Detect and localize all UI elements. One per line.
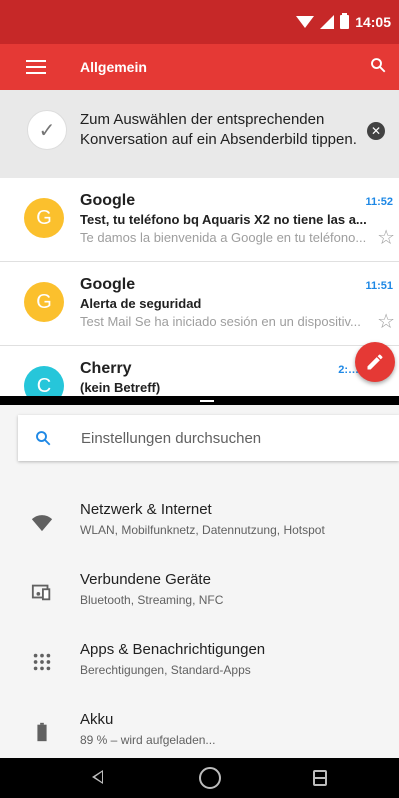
- menu-icon[interactable]: [26, 60, 46, 74]
- folder-title: Allgemein: [80, 59, 147, 75]
- mail-time: 11:51: [365, 280, 393, 292]
- pencil-icon: [367, 354, 383, 370]
- app-bar: Allgemein: [0, 44, 399, 90]
- mail-subject: Test, tu teléfono bq Aquaris X2 no tiene…: [80, 212, 367, 227]
- settings-item-battery[interactable]: Akku 89 % – wird aufgeladen...: [0, 695, 399, 765]
- apps-icon: [33, 653, 51, 671]
- close-icon[interactable]: ✕: [367, 122, 385, 140]
- mail-item[interactable]: G Google 11:51 Alerta de seguridad Test …: [0, 262, 399, 346]
- settings-item-title: Akku: [80, 711, 114, 728]
- settings-item-subtitle: WLAN, Mobilfunknetz, Datennutzung, Hotsp…: [80, 523, 325, 537]
- navigation-bar: [0, 758, 399, 798]
- star-icon[interactable]: ☆: [377, 228, 395, 248]
- split-screen-divider[interactable]: [0, 396, 399, 405]
- battery-status-icon: [340, 13, 350, 29]
- avatar[interactable]: G: [24, 282, 64, 322]
- status-icons: 14:05: [296, 13, 391, 30]
- mail-subject: (kein Betreff): [80, 380, 161, 395]
- mail-time: 11:52: [365, 196, 393, 208]
- settings-item-title: Apps & Benachrichtigungen: [80, 641, 266, 658]
- back-icon[interactable]: [92, 770, 103, 784]
- mail-item[interactable]: C Cherry 2:… (kein Betreff): [0, 346, 399, 396]
- settings-item-subtitle: Berechtigungen, Standard-Apps: [80, 663, 251, 677]
- mail-sender: Cherry: [80, 360, 132, 377]
- recents-icon[interactable]: [313, 770, 327, 786]
- settings-item-subtitle: Bluetooth, Streaming, NFC: [80, 593, 224, 607]
- drag-handle[interactable]: [200, 400, 214, 402]
- settings-item-title: Netzwerk & Internet: [80, 501, 212, 518]
- avatar[interactable]: G: [24, 198, 64, 238]
- wifi-icon: [31, 515, 53, 532]
- avatar[interactable]: C: [24, 366, 64, 396]
- mail-snippet: Te damos la bienvenida a Google en tu te…: [80, 230, 367, 245]
- battery-icon: [37, 722, 47, 742]
- search-icon: [36, 431, 51, 446]
- mail-snippet: Test Mail Se ha iniciado sesión en un di…: [80, 314, 361, 329]
- search-icon[interactable]: [369, 56, 387, 74]
- status-bar: 14:05: [0, 0, 399, 44]
- devices-icon: [31, 584, 51, 601]
- settings-search[interactable]: Einstellungen durchsuchen: [18, 415, 399, 461]
- settings-panel: Einstellungen durchsuchen Netzwerk & Int…: [0, 405, 399, 758]
- mail-item[interactable]: G Google 11:52 Test, tu teléfono bq Aqua…: [0, 178, 399, 262]
- compose-button[interactable]: [355, 342, 395, 382]
- settings-item-subtitle: 89 % – wird aufgeladen...: [80, 733, 216, 747]
- wifi-status-icon: [296, 16, 315, 28]
- star-icon[interactable]: ☆: [377, 312, 395, 332]
- search-placeholder: Einstellungen durchsuchen: [81, 430, 262, 447]
- mail-sender: Google: [80, 276, 136, 293]
- mail-sender: Google: [80, 192, 136, 209]
- signal-icon: [320, 15, 335, 29]
- check-icon[interactable]: ✓: [27, 110, 67, 150]
- settings-item-title: Verbundene Geräte: [80, 571, 211, 588]
- settings-item-network[interactable]: Netzwerk & Internet WLAN, Mobilfunknetz,…: [0, 485, 399, 555]
- status-time: 14:05: [355, 14, 391, 30]
- settings-item-devices[interactable]: Verbundene Geräte Bluetooth, Streaming, …: [0, 555, 399, 625]
- settings-item-apps[interactable]: Apps & Benachrichtigungen Berechtigungen…: [0, 625, 399, 695]
- tip-text: Zum Auswählen der entsprechenden Konvers…: [80, 111, 357, 148]
- tip-banner: ✓ Zum Auswählen der entsprechenden Konve…: [0, 90, 399, 178]
- mail-subject: Alerta de seguridad: [80, 296, 202, 311]
- home-icon[interactable]: [199, 767, 221, 789]
